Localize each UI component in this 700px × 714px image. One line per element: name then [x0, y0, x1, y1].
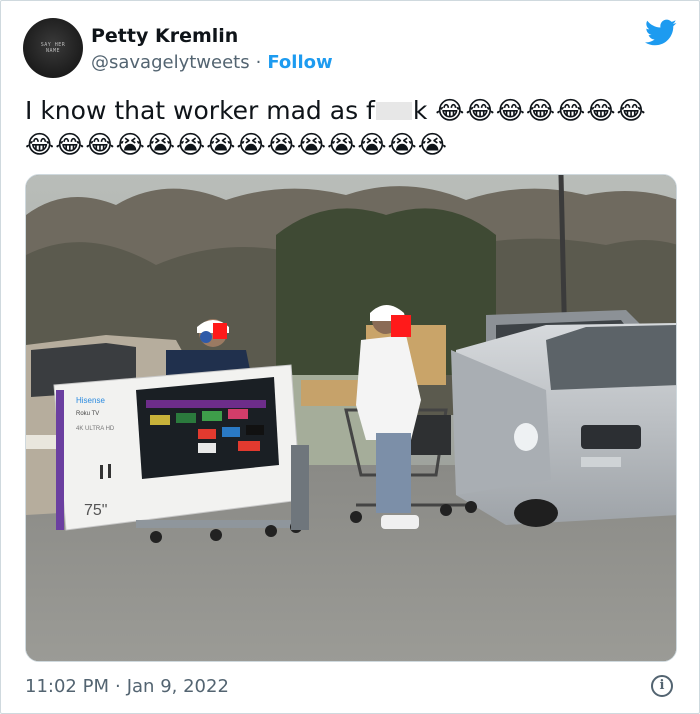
tv-brand-label: Hisense — [76, 396, 105, 405]
emoji-laughing-row: 😂😂😂😂😂😂😂 — [435, 96, 647, 125]
follow-button[interactable]: Follow — [267, 52, 332, 73]
emoji-row-2: 😂😂😂😭😭😭😭😭😭😭😭😭😭😭 — [25, 130, 448, 159]
twitter-bird-icon[interactable] — [645, 19, 677, 47]
avatar-text: SAY HER NAME — [40, 42, 66, 54]
timestamp-row: 11:02 PM · Jan 9, 2022 — [25, 676, 229, 697]
author-handle-row: @savagelytweets · Follow — [91, 52, 333, 73]
timestamp-separator: · — [114, 676, 121, 697]
tweet-text-end: k — [412, 96, 428, 125]
author-handle[interactable]: @savagelytweets — [91, 52, 250, 73]
tweet-text-start: I know that worker mad as f — [25, 96, 375, 125]
censor-block — [375, 102, 412, 120]
info-icon[interactable]: i — [651, 675, 673, 697]
parking-lot-photo: Hisense Roku TV 4K ULTRA HD 75" — [26, 175, 676, 661]
avatar[interactable]: SAY HER NAME — [23, 18, 83, 78]
tweet-date[interactable]: Jan 9, 2022 — [127, 676, 229, 697]
tv-size-label: 75" — [84, 502, 107, 519]
tv-model-label: 4K ULTRA HD — [76, 426, 115, 432]
tv-subtitle-label: Roku TV — [76, 411, 99, 417]
handle-separator: · — [255, 52, 262, 73]
tweet-text: I know that worker mad as f k 😂😂😂😂😂😂😂 — [25, 94, 685, 128]
tweet-photo[interactable]: Hisense Roku TV 4K ULTRA HD 75" — [25, 174, 677, 662]
tweet-card: SAY HER NAME Petty Kremlin @savagelytwee… — [0, 0, 700, 714]
tweet-time[interactable]: 11:02 PM — [25, 676, 109, 697]
author-display-name[interactable]: Petty Kremlin — [91, 25, 238, 47]
